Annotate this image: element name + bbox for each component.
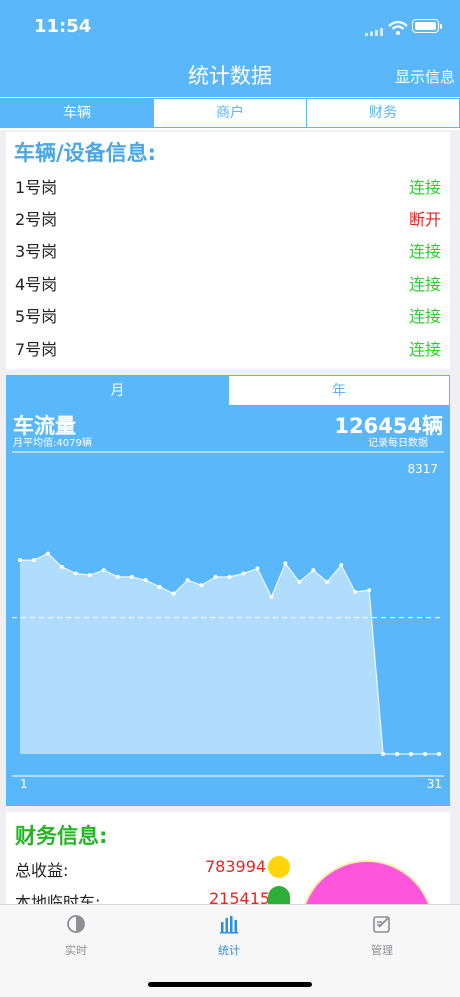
data-point	[367, 588, 372, 593]
data-point	[241, 571, 246, 576]
battery-tip	[440, 24, 442, 29]
data-point	[199, 583, 204, 588]
data-point	[45, 551, 50, 556]
traffic-chart-panel: 车流量 月平均值:4079辆 126454辆 记录每日数据 8317 1 31	[6, 406, 450, 806]
data-point	[325, 579, 330, 584]
data-point	[283, 561, 288, 566]
tab-year[interactable]: 年	[228, 375, 450, 406]
bar-chart-icon	[220, 916, 238, 934]
data-point	[269, 594, 274, 599]
post-status: 连接	[408, 275, 441, 294]
data-point	[395, 752, 400, 756]
home-indicator	[148, 982, 312, 987]
tabbar-item-stats[interactable]: 统计	[179, 913, 279, 958]
post-status: 连接	[408, 242, 441, 261]
x-tick-label: 31	[427, 777, 442, 791]
data-point	[381, 752, 386, 756]
finance-legend-dot	[268, 856, 290, 878]
data-point	[255, 566, 260, 571]
post-name: 1号岗	[15, 178, 58, 197]
tabbar-item-realtime[interactable]: 实时	[26, 913, 126, 958]
data-point	[353, 589, 358, 594]
data-point	[18, 558, 22, 563]
data-point	[423, 752, 428, 756]
data-point	[227, 574, 232, 579]
cellular-signal-icon	[365, 28, 383, 36]
data-point	[87, 573, 92, 578]
tab-finance[interactable]: 财务	[306, 98, 460, 128]
post-name: 2号岗	[15, 210, 58, 229]
data-point	[339, 563, 344, 568]
show-info-button[interactable]: 显示信息	[395, 66, 455, 87]
data-point	[115, 574, 120, 579]
traffic-area-chart: 8317 1 31	[12, 451, 444, 791]
data-point	[213, 574, 218, 579]
post-status: 断开	[408, 210, 441, 229]
pie-icon	[67, 915, 85, 933]
post-name: 4号岗	[15, 275, 58, 294]
post-name: 7号岗	[15, 340, 58, 359]
edit-icon	[373, 916, 390, 933]
post-status: 连接	[408, 340, 441, 359]
data-point	[31, 558, 36, 563]
vehicle-info-card	[6, 132, 450, 370]
data-point	[59, 564, 64, 569]
x-tick-label: 1	[20, 777, 28, 791]
data-point	[73, 571, 78, 576]
tab-vehicles[interactable]: 车辆	[0, 98, 154, 128]
tabbar-item-manage[interactable]: 管理	[332, 913, 432, 958]
data-point	[157, 584, 162, 589]
finance-value: 215415	[209, 889, 271, 904]
post-name: 5号岗	[15, 307, 58, 326]
battery-icon	[412, 19, 439, 33]
data-point	[143, 578, 148, 583]
finance-label: 本地临时车:	[15, 893, 101, 904]
data-point	[129, 574, 134, 579]
post-status: 连接	[408, 178, 441, 197]
post-name: 3号岗	[15, 242, 58, 261]
data-point	[101, 568, 106, 573]
period-tabs: 月 年	[6, 375, 450, 406]
status-time: 11:54	[34, 16, 92, 37]
data-point	[409, 752, 414, 756]
category-tabs: 车辆 商户 财务	[0, 98, 460, 130]
tabbar-label: 统计	[218, 944, 240, 957]
finance-heading: 财务信息:	[15, 824, 108, 848]
tab-month[interactable]: 月	[6, 375, 229, 406]
data-point	[185, 578, 190, 583]
y-max-label: 8317	[407, 462, 438, 476]
page-title: 统计数据	[188, 64, 272, 88]
wifi-icon	[388, 20, 408, 35]
tab-merchants[interactable]: 商户	[153, 98, 307, 128]
finance-value: 783994	[205, 857, 267, 876]
data-point	[437, 752, 441, 756]
data-point	[297, 579, 302, 584]
tabbar-label: 管理	[371, 944, 393, 957]
data-point	[311, 568, 316, 573]
tabbar-label: 实时	[65, 944, 87, 957]
finance-label: 总收益:	[15, 861, 69, 880]
data-point	[171, 591, 176, 596]
vehicle-info-heading: 车辆/设备信息:	[14, 141, 157, 165]
traffic-area-fill	[20, 553, 439, 754]
post-status: 连接	[408, 307, 441, 326]
finance-legend-dot	[268, 886, 290, 904]
